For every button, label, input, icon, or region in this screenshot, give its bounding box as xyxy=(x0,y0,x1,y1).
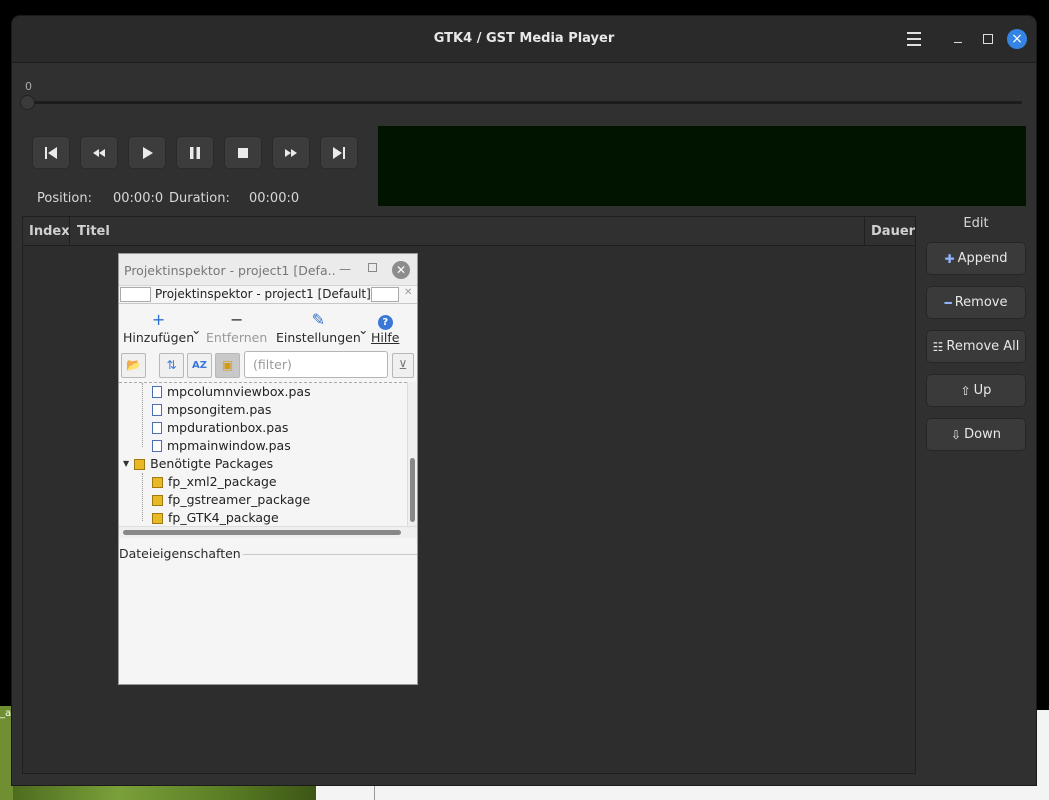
append-button[interactable]: ✚ Append xyxy=(926,242,1026,275)
minimize-button[interactable] xyxy=(947,28,969,50)
open-folder-icon[interactable]: 📂 xyxy=(121,353,146,378)
tree-horizontal-scrollbar[interactable] xyxy=(119,526,417,538)
tree-item-file[interactable]: mpsongitem.pas xyxy=(152,401,271,419)
desktop-wallpaper-bottom xyxy=(13,785,316,800)
seek-slider-handle[interactable] xyxy=(20,95,35,110)
clear-filter-icon[interactable]: ⊻ xyxy=(392,353,414,378)
column-header-title[interactable]: Titel xyxy=(77,224,110,239)
list-remove-icon: ☷ xyxy=(932,339,944,354)
tab-project-inspector[interactable]: Projektinspektor - project1 [Default] xyxy=(155,287,371,301)
tree-vertical-scrollbar[interactable] xyxy=(407,382,417,526)
inspector-close-button[interactable]: ✕ xyxy=(392,261,410,279)
window-title: GTK4 / GST Media Player xyxy=(433,31,615,46)
background-window-edge xyxy=(1036,710,1049,800)
minus-icon: ━ xyxy=(944,295,952,310)
add-dropdown-chevron-icon[interactable]: ⌄ xyxy=(191,322,201,337)
header-bar: GTK4 / GST Media Player × xyxy=(12,16,1036,63)
background-window xyxy=(316,785,1049,800)
pascal-file-icon xyxy=(152,422,162,434)
background-divider xyxy=(374,785,375,800)
package-icon xyxy=(152,476,163,488)
tab-placeholder-left[interactable] xyxy=(120,287,151,302)
filter-input[interactable]: (filter) xyxy=(244,351,388,378)
pascal-file-icon xyxy=(152,404,162,416)
tab-placeholder-right[interactable] xyxy=(371,287,399,302)
seek-slider-track[interactable] xyxy=(26,101,1022,104)
playlist-header: Index Titel Dauer xyxy=(23,217,915,246)
minus-icon: − xyxy=(229,310,244,329)
skip-forward-button[interactable] xyxy=(320,136,358,169)
tree-item-package[interactable]: fp_xml2_package xyxy=(152,473,277,491)
add-toolbar-button[interactable]: + Hinzufügen xyxy=(123,310,194,345)
position-label: Position: xyxy=(37,191,92,206)
duration-label: Duration: xyxy=(169,191,230,206)
skip-forward-icon xyxy=(333,146,345,159)
file-properties-label: Dateieigenschaften xyxy=(119,546,243,561)
stop-button[interactable] xyxy=(224,136,262,169)
settings-dropdown-chevron-icon[interactable]: ⌄ xyxy=(358,322,368,337)
project-tree[interactable]: mpcolumnviewbox.pas mpsongitem.pas mpdur… xyxy=(119,382,407,526)
tree-item-file[interactable]: mpmainwindow.pas xyxy=(152,437,291,455)
seek-value-label: 0 xyxy=(25,80,32,93)
fast-forward-button[interactable] xyxy=(272,136,310,169)
tree-item-packages-group[interactable]: ▼ Benötigte Packages xyxy=(123,455,273,473)
arrow-up-icon: ⇧ xyxy=(960,383,971,398)
edit-section-label: Edit xyxy=(963,216,989,231)
skip-back-icon xyxy=(45,146,57,159)
inspector-minimize-button[interactable]: — xyxy=(339,262,351,276)
remove-toolbar-button[interactable]: − Entfernen xyxy=(206,310,267,345)
package-icon xyxy=(152,512,163,524)
project-inspector-window: Projektinspektor - project1 [Defa... — ✕… xyxy=(118,253,418,685)
plus-icon: + xyxy=(151,310,166,329)
video-display xyxy=(378,126,1026,206)
skip-back-button[interactable] xyxy=(32,136,70,169)
rewind-icon xyxy=(93,148,105,157)
plus-icon: ✚ xyxy=(944,251,955,266)
tree-item-package[interactable]: fp_GTK4_package xyxy=(152,509,279,526)
tree-item-package[interactable]: fp_gstreamer_package xyxy=(152,491,310,509)
tab-close-icon[interactable]: ✕ xyxy=(404,287,412,298)
position-value: 00:00:0 xyxy=(113,191,164,206)
play-button[interactable] xyxy=(128,136,166,169)
tree-item-file[interactable]: mpcolumnviewbox.pas xyxy=(152,383,311,401)
inspector-titlebar: Projektinspektor - project1 [Defa... — ✕ xyxy=(119,254,417,286)
fast-forward-icon xyxy=(285,148,297,157)
magic-wand-icon: ✎ xyxy=(311,310,326,329)
tree-item-file[interactable]: mpdurationbox.pas xyxy=(152,419,288,437)
pascal-file-icon xyxy=(152,440,162,452)
inspector-maximize-button[interactable] xyxy=(368,263,377,272)
sort-alphabetical-icon[interactable]: AZ xyxy=(187,353,212,378)
show-folders-icon[interactable]: ▣ xyxy=(215,353,240,378)
up-button[interactable]: ⇧ Up xyxy=(926,374,1026,407)
column-header-index[interactable]: Index xyxy=(29,224,70,239)
desktop-text-snippet: _a xyxy=(0,708,12,719)
help-icon: ? xyxy=(371,310,399,330)
tree-view-icon[interactable]: ⇅ xyxy=(159,353,184,378)
expand-triangle-icon[interactable]: ▼ xyxy=(123,455,129,473)
maximize-button[interactable] xyxy=(977,28,999,50)
help-toolbar-button[interactable]: ? Hilfe xyxy=(371,310,399,345)
close-button[interactable]: × xyxy=(1007,29,1027,49)
package-icon xyxy=(152,494,163,506)
stop-icon xyxy=(238,147,248,158)
inspector-tab-strip: Projektinspektor - project1 [Default] ✕ xyxy=(119,286,417,304)
down-button[interactable]: ⇩ Down xyxy=(926,418,1026,451)
pause-icon xyxy=(190,146,200,159)
hamburger-menu-icon[interactable] xyxy=(903,28,925,50)
remove-button[interactable]: ━ Remove xyxy=(926,286,1026,319)
rewind-button[interactable] xyxy=(80,136,118,169)
duration-value: 00:00:0 xyxy=(249,191,300,206)
pascal-file-icon xyxy=(152,386,162,398)
pause-button[interactable] xyxy=(176,136,214,169)
settings-toolbar-button[interactable]: ✎ Einstellungen xyxy=(276,310,361,345)
remove-all-button[interactable]: ☷ Remove All xyxy=(926,330,1026,363)
play-icon xyxy=(143,146,153,159)
package-icon xyxy=(134,458,146,470)
inspector-filter-toolbar: 📂 ⇅ AZ ▣ (filter) ⊻ xyxy=(119,350,417,382)
arrow-down-icon: ⇩ xyxy=(951,427,962,442)
column-header-duration[interactable]: Dauer xyxy=(871,224,915,239)
inspector-title: Projektinspektor - project1 [Defa... xyxy=(124,263,336,278)
